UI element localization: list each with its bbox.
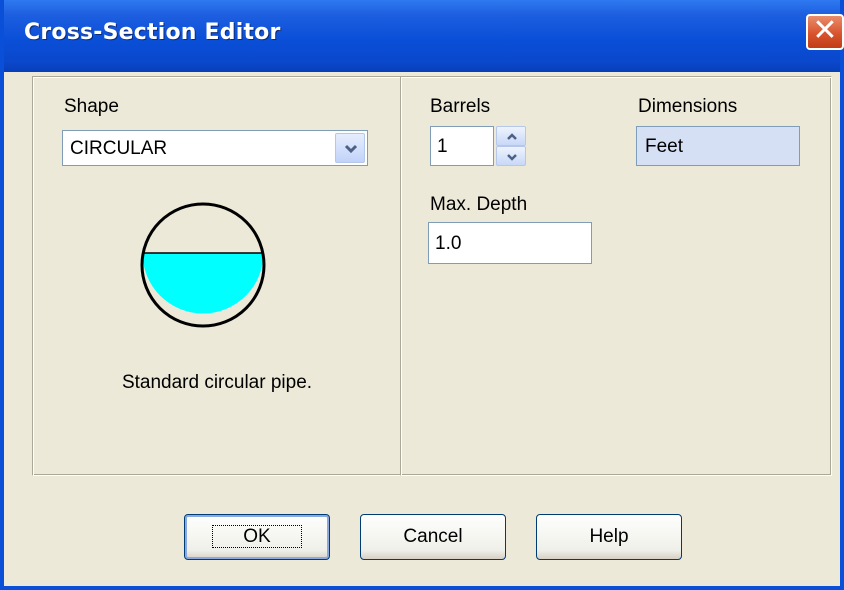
barrels-value: 1: [437, 136, 448, 157]
max-depth-value: 1.0: [435, 233, 462, 254]
shape-dropdown[interactable]: CIRCULAR: [62, 130, 368, 166]
close-button[interactable]: ✕: [806, 14, 844, 50]
close-icon: ✕: [812, 13, 838, 48]
spin-down-button[interactable]: [496, 146, 526, 166]
title-bar[interactable]: Cross-Section Editor ✕: [4, 0, 844, 72]
chevron-down-icon: [344, 144, 358, 154]
circular-pipe-diagram: [140, 202, 266, 328]
spin-up-button[interactable]: [496, 126, 526, 146]
max-depth-input[interactable]: 1.0: [428, 222, 592, 264]
spin-up-icon: [507, 133, 517, 140]
cancel-button[interactable]: Cancel: [360, 514, 506, 560]
barrels-label: Barrels: [430, 96, 491, 117]
dimensions-value: Feet: [645, 136, 684, 157]
barrels-spinner[interactable]: [496, 126, 526, 166]
ok-button[interactable]: OK: [184, 514, 330, 560]
ok-button-label: OK: [212, 525, 302, 548]
spin-down-icon: [507, 154, 517, 161]
dropdown-button[interactable]: [335, 133, 365, 163]
window-title: Cross-Section Editor: [24, 20, 281, 45]
dimensions-label: Dimensions: [638, 96, 738, 117]
pipe-water-fill: [142, 253, 264, 314]
max-depth-label: Max. Depth: [430, 194, 528, 215]
shape-label: Shape: [64, 96, 119, 117]
dimensions-field: Feet: [636, 126, 800, 166]
shape-selected-value: CIRCULAR: [70, 138, 168, 159]
barrels-input[interactable]: 1: [430, 126, 494, 166]
help-button[interactable]: Help: [536, 514, 682, 560]
help-button-label: Help: [589, 526, 629, 547]
shape-description: Standard circular pipe.: [121, 372, 313, 393]
cancel-button-label: Cancel: [403, 526, 463, 547]
